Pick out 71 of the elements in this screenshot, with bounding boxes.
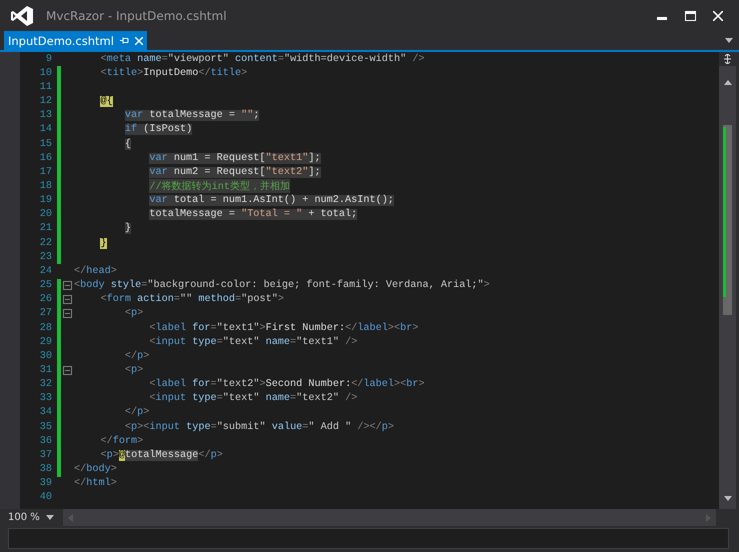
line-number: 34 bbox=[38, 407, 52, 418]
code-line: </form> bbox=[100, 436, 144, 447]
line-number: 9 bbox=[44, 54, 52, 65]
line-number: 15 bbox=[38, 138, 52, 150]
line-number: 20 bbox=[38, 209, 52, 220]
code-line: <p><input type="submit" value=" Add " /></p> bbox=[124, 422, 394, 433]
caret-icon bbox=[724, 80, 732, 85]
code-line: </p> bbox=[124, 407, 150, 418]
collapse-icon[interactable] bbox=[63, 295, 72, 304]
code-line: <title>InputDemo</title> bbox=[100, 68, 248, 79]
maximize-icon bbox=[684, 10, 696, 20]
line-number: 23 bbox=[38, 252, 52, 263]
code-line: <input type="text" name="text1" /> bbox=[149, 336, 358, 348]
pin-icon[interactable] bbox=[120, 36, 129, 45]
tab-label: InputDemo.cshtml bbox=[8, 34, 114, 48]
caret-icon bbox=[46, 515, 54, 520]
line-number: 30 bbox=[38, 350, 52, 362]
line-number: 19 bbox=[38, 195, 52, 206]
collapse-icon[interactable] bbox=[63, 281, 72, 290]
line-number: 31 bbox=[38, 365, 52, 376]
line-number: 16 bbox=[38, 152, 52, 164]
line-number: 18 bbox=[38, 180, 52, 192]
code-line: </p> bbox=[124, 350, 150, 362]
document-tab[interactable]: InputDemo.cshtml bbox=[4, 31, 147, 50]
line-number: 21 bbox=[38, 223, 52, 234]
code-line: <input type="text" name="text2" /> bbox=[149, 393, 358, 404]
collapse-icon[interactable] bbox=[63, 309, 72, 318]
code-line: </head> bbox=[74, 266, 117, 277]
code-line: <form action="" method="post"> bbox=[100, 294, 284, 306]
close-icon bbox=[713, 10, 723, 20]
line-number: 26 bbox=[38, 294, 52, 306]
code-line: <label for="text1">First Number:</label><br> bbox=[149, 322, 418, 334]
line-number: 11 bbox=[38, 82, 52, 93]
line-number: 14 bbox=[38, 124, 52, 136]
line-number: 24 bbox=[38, 266, 52, 277]
caret-icon bbox=[725, 38, 733, 43]
splitter-icon[interactable] bbox=[719, 52, 736, 66]
close-icon[interactable] bbox=[134, 36, 143, 44]
code-line: <meta name="viewport" content="width=device-width" /> bbox=[100, 54, 425, 65]
line-number: 28 bbox=[38, 322, 52, 334]
line-number: 13 bbox=[38, 110, 52, 122]
line-number: 27 bbox=[38, 308, 52, 320]
vertical-scrollbar[interactable] bbox=[719, 52, 736, 509]
line-number: 25 bbox=[38, 280, 52, 292]
line-number: 40 bbox=[38, 492, 52, 504]
line-number: 29 bbox=[38, 336, 52, 348]
line-number: 35 bbox=[38, 422, 52, 433]
window-title: MvcRazor - InputDemo.cshtml bbox=[46, 8, 228, 22]
logo-icon bbox=[10, 4, 34, 26]
line-number: 17 bbox=[38, 166, 52, 178]
line-number: 36 bbox=[38, 436, 52, 447]
collapse-icon[interactable] bbox=[63, 366, 72, 376]
minimize-icon bbox=[657, 17, 667, 20]
code-line: <p>@totalMessage</p> bbox=[100, 450, 223, 461]
code-line: <p> bbox=[124, 365, 144, 376]
scrollbar-thumb[interactable] bbox=[723, 125, 732, 315]
code-line: <p> bbox=[124, 308, 144, 320]
line-number: 22 bbox=[38, 238, 52, 249]
code-line: <label for="text2">Second Number:</label><br> bbox=[149, 379, 425, 390]
line-number: 37 bbox=[38, 450, 52, 461]
line-number: 33 bbox=[38, 393, 52, 404]
caret-icon bbox=[724, 496, 732, 501]
code-line: </html> bbox=[74, 478, 117, 490]
line-number: 38 bbox=[38, 464, 52, 476]
code-line: <body style="background-color: beige; font-family: Verdana, Arial;"> bbox=[74, 280, 490, 292]
line-number: 39 bbox=[38, 478, 52, 490]
line-number: 32 bbox=[38, 379, 52, 390]
line-number: 12 bbox=[38, 96, 52, 108]
code-line: </body> bbox=[74, 464, 117, 476]
zoom-dropdown[interactable]: 100 % bbox=[8, 512, 63, 523]
line-number: 10 bbox=[38, 68, 52, 79]
